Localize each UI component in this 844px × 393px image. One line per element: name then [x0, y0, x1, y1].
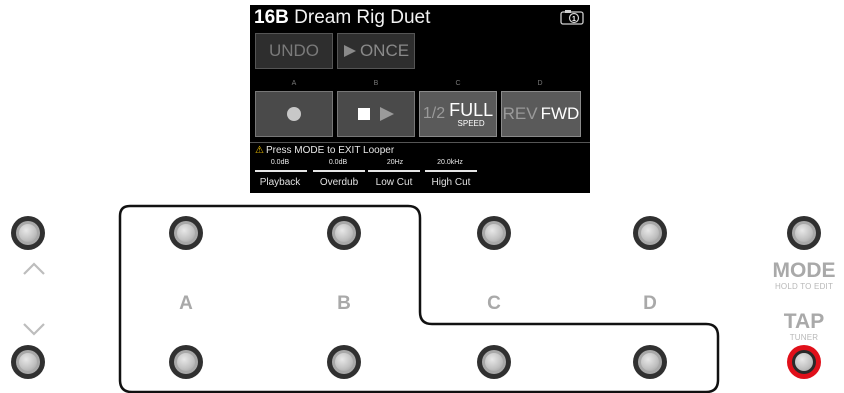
playback-bar[interactable] [255, 170, 307, 172]
chevron-up-icon [23, 262, 45, 275]
slot-label-a: A [291, 80, 297, 87]
speed-button[interactable]: 1/2 FULL SPEED [419, 91, 497, 137]
rev-label: REV [502, 104, 538, 123]
half-speed-label: 1/2 [422, 105, 446, 122]
high-cut-value: 20.0kHz [437, 159, 463, 166]
footswitch-label-a: A [179, 293, 193, 314]
tap-label: TAP [783, 310, 825, 333]
footswitch-top-2[interactable] [327, 216, 361, 250]
footswitch-label-d: D [643, 293, 657, 314]
preset-title: 16B Dream Rig Duet [254, 7, 430, 29]
full-speed-label: FULL [449, 99, 494, 120]
low-cut-value: 20Hz [386, 159, 404, 166]
footswitch-bottom-1[interactable] [169, 345, 203, 379]
screen-divider [250, 142, 590, 143]
mode-sub-label: HOLD TO EDIT [774, 282, 834, 291]
playback-label: Playback [259, 177, 301, 188]
undo-button[interactable]: UNDO [255, 33, 333, 69]
mode-label: MODE [772, 259, 836, 282]
exit-looper-warning: ⚠ Press MODE to EXIT Looper [255, 145, 394, 156]
svg-text:1: 1 [572, 16, 576, 23]
warning-icon: ⚠ [255, 145, 264, 156]
high-cut-label: High Cut [431, 177, 471, 188]
footswitch-bottom-3[interactable] [477, 345, 511, 379]
overdub-label: Overdub [319, 177, 359, 188]
preset-number: 16B [254, 7, 289, 28]
fwd-label: FWD [540, 104, 580, 123]
tap-tuner-footswitch[interactable] [787, 345, 821, 379]
preset-name: Dream Rig Duet [294, 7, 431, 28]
looper-screen: 16B Dream Rig Duet 1 UNDO ONCE A B C D 1… [250, 5, 590, 193]
playback-value: 0.0dB [270, 159, 290, 166]
slot-label-c: C [455, 80, 461, 87]
mode-footswitch[interactable] [787, 216, 821, 250]
footswitch-label-b: B [337, 293, 351, 314]
footswitch-top-4[interactable] [633, 216, 667, 250]
direction-button[interactable]: REV FWD [501, 91, 581, 137]
record-button[interactable] [255, 91, 333, 137]
once-label: ONCE [359, 41, 410, 60]
play-icon [343, 45, 356, 57]
footswitch-label-c: C [487, 293, 501, 314]
high-cut-bar[interactable] [425, 170, 477, 172]
camera-one-icon: 1 [560, 10, 584, 25]
slot-label-d: D [537, 80, 543, 87]
overdub-value: 0.0dB [328, 159, 348, 166]
footswitch-bottom-4[interactable] [633, 345, 667, 379]
stop-play-icon [358, 107, 394, 121]
footswitch-top-3[interactable] [477, 216, 511, 250]
bank-down-footswitch[interactable] [11, 345, 45, 379]
speed-sub-label: SPEED [457, 118, 485, 128]
low-cut-bar[interactable] [368, 170, 420, 172]
bank-up-footswitch[interactable] [11, 216, 45, 250]
stop-play-button[interactable] [337, 91, 415, 137]
record-icon [287, 107, 301, 121]
chevron-down-icon [23, 323, 45, 336]
play-once-button[interactable]: ONCE [337, 33, 415, 69]
low-cut-label: Low Cut [375, 177, 413, 188]
footswitch-bottom-2[interactable] [327, 345, 361, 379]
footswitch-top-1[interactable] [169, 216, 203, 250]
undo-label: UNDO [268, 41, 320, 60]
slot-label-b: B [373, 80, 379, 87]
tuner-sub-label: TUNER [789, 333, 819, 342]
warning-text: Press MODE to EXIT Looper [265, 145, 395, 156]
overdub-bar[interactable] [313, 170, 365, 172]
